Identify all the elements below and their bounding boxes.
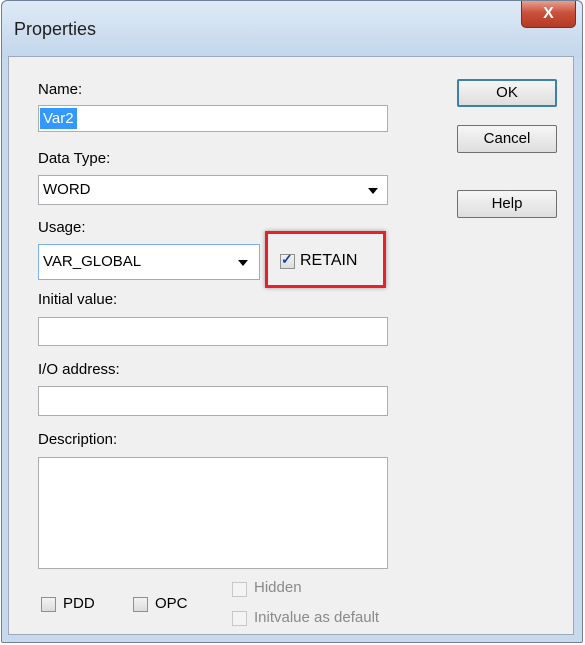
usage-label: Usage: bbox=[38, 219, 86, 236]
name-label: Name: bbox=[38, 81, 83, 98]
io-address-label: I/O address: bbox=[38, 361, 120, 378]
dialog-title: Properties bbox=[14, 19, 97, 39]
name-input-value: Var2 bbox=[40, 108, 77, 129]
initial-value-label: Initial value: bbox=[38, 291, 118, 308]
chevron-down-icon bbox=[238, 260, 248, 266]
initvalue-default-label: Initvalue as default bbox=[254, 609, 380, 626]
help-button[interactable]: Help bbox=[457, 190, 557, 218]
hidden-label: Hidden bbox=[254, 579, 302, 596]
cancel-button[interactable]: Cancel bbox=[457, 125, 557, 153]
title-bar[interactable]: Properties bbox=[2, 1, 582, 57]
close-icon: X bbox=[543, 5, 554, 22]
usage-value: VAR_GLOBAL bbox=[43, 253, 142, 270]
chevron-down-icon bbox=[368, 188, 378, 194]
name-input[interactable]: Var2 bbox=[38, 105, 388, 132]
hidden-checkbox[interactable] bbox=[232, 582, 247, 597]
initvalue-default-checkbox[interactable] bbox=[232, 611, 247, 626]
description-textarea[interactable] bbox=[38, 457, 388, 569]
opc-label: OPC bbox=[155, 595, 188, 612]
pdd-label: PDD bbox=[63, 595, 95, 612]
io-address-input[interactable] bbox=[38, 386, 388, 416]
description-label: Description: bbox=[38, 431, 118, 448]
ok-button[interactable]: OK bbox=[457, 79, 557, 107]
retain-label: RETAIN bbox=[300, 252, 358, 269]
data-type-value: WORD bbox=[43, 181, 91, 198]
close-button[interactable]: X bbox=[521, 1, 576, 28]
opc-checkbox[interactable] bbox=[133, 597, 148, 612]
retain-checkbox[interactable]: ✓ bbox=[280, 251, 295, 269]
initial-value-input[interactable] bbox=[38, 317, 388, 346]
data-type-dropdown[interactable]: WORD bbox=[38, 175, 388, 205]
data-type-label: Data Type: bbox=[38, 150, 111, 167]
usage-dropdown[interactable]: VAR_GLOBAL bbox=[38, 244, 260, 280]
pdd-checkbox[interactable] bbox=[41, 597, 56, 612]
checkmark-icon: ✓ bbox=[281, 251, 293, 267]
